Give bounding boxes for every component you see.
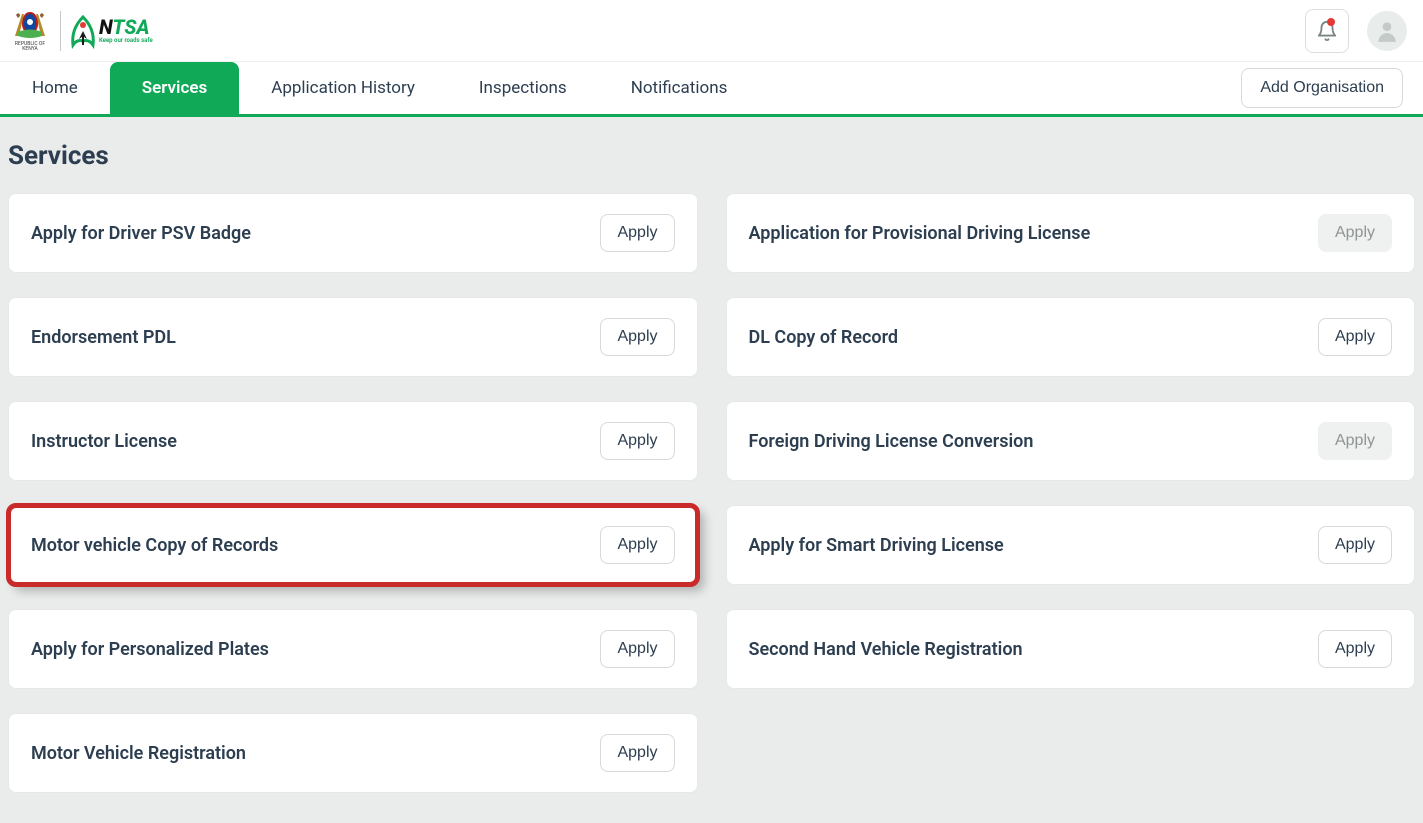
apply-button: Apply	[1318, 214, 1392, 252]
ntsa-text: NTSA Keep our roads safe	[99, 17, 153, 44]
coat-caption: REPUBLIC OF KENYA	[8, 42, 52, 52]
apply-button[interactable]: Apply	[1318, 526, 1392, 564]
service-title: Second Hand Vehicle Registration	[749, 639, 1023, 660]
service-title: Apply for Driver PSV Badge	[31, 223, 251, 244]
page-title: Services	[8, 141, 1415, 171]
tab-application-history[interactable]: Application History	[239, 62, 447, 114]
service-title: Apply for Smart Driving License	[749, 535, 1004, 556]
logo-group: REPUBLIC OF KENYA NTSA Keep our roads sa…	[8, 9, 153, 53]
apply-button[interactable]: Apply	[600, 422, 674, 460]
service-title: Endorsement PDL	[31, 327, 176, 348]
service-title: Instructor License	[31, 431, 177, 452]
service-title: Motor vehicle Copy of Records	[31, 535, 278, 556]
service-card: Apply for Personalized Plates Apply	[8, 609, 698, 689]
service-title: Foreign Driving License Conversion	[749, 431, 1034, 452]
top-bar-right	[1305, 9, 1407, 53]
apply-button[interactable]: Apply	[600, 630, 674, 668]
coat-of-arms-logo: REPUBLIC OF KENYA	[8, 9, 52, 53]
service-card: Motor Vehicle Registration Apply	[8, 713, 698, 793]
service-card: Apply for Driver PSV Badge Apply	[8, 193, 698, 273]
ntsa-swoosh-icon	[69, 11, 97, 51]
service-card: DL Copy of Record Apply	[726, 297, 1416, 377]
services-column-right: Application for Provisional Driving Lice…	[726, 193, 1416, 793]
service-card: Second Hand Vehicle Registration Apply	[726, 609, 1416, 689]
tab-inspections[interactable]: Inspections	[447, 62, 599, 114]
main-nav: Home Services Application History Inspec…	[0, 62, 1423, 117]
add-organisation-button[interactable]: Add Organisation	[1241, 68, 1403, 108]
service-card: Endorsement PDL Apply	[8, 297, 698, 377]
person-icon	[1374, 18, 1400, 44]
ntsa-n: N	[99, 15, 112, 39]
service-card: Application for Provisional Driving Lice…	[726, 193, 1416, 273]
service-card: Instructor License Apply	[8, 401, 698, 481]
nav-tabs: Home Services Application History Inspec…	[0, 62, 759, 114]
tab-home[interactable]: Home	[0, 62, 110, 114]
apply-button[interactable]: Apply	[600, 214, 674, 252]
apply-button[interactable]: Apply	[1318, 318, 1392, 356]
services-column-left: Apply for Driver PSV BadgeApplyEndorseme…	[8, 193, 698, 793]
service-card: Motor vehicle Copy of Records Apply	[8, 505, 698, 585]
apply-button[interactable]: Apply	[600, 734, 674, 772]
apply-button[interactable]: Apply	[600, 526, 674, 564]
service-card: Foreign Driving License Conversion Apply	[726, 401, 1416, 481]
page-content: Services Apply for Driver PSV BadgeApply…	[0, 117, 1423, 823]
logo-divider	[60, 11, 61, 51]
notifications-button[interactable]	[1305, 9, 1349, 53]
service-title: Apply for Personalized Plates	[31, 639, 269, 660]
ntsa-tagline: Keep our roads safe	[99, 37, 153, 44]
tab-notifications[interactable]: Notifications	[599, 62, 760, 114]
service-title: Application for Provisional Driving Lice…	[749, 223, 1091, 244]
apply-button[interactable]: Apply	[1318, 630, 1392, 668]
ntsa-tsa: TSA	[112, 15, 149, 39]
notification-dot-icon	[1327, 18, 1335, 26]
top-bar: REPUBLIC OF KENYA NTSA Keep our roads sa…	[0, 0, 1423, 62]
avatar[interactable]	[1367, 11, 1407, 51]
tab-services[interactable]: Services	[110, 62, 239, 114]
service-title: DL Copy of Record	[749, 327, 899, 348]
services-grid: Apply for Driver PSV BadgeApplyEndorseme…	[8, 193, 1415, 793]
coat-of-arms-icon	[10, 10, 50, 42]
apply-button: Apply	[1318, 422, 1392, 460]
service-title: Motor Vehicle Registration	[31, 743, 246, 764]
apply-button[interactable]: Apply	[600, 318, 674, 356]
ntsa-logo: NTSA Keep our roads safe	[69, 11, 153, 51]
service-card: Apply for Smart Driving License Apply	[726, 505, 1416, 585]
